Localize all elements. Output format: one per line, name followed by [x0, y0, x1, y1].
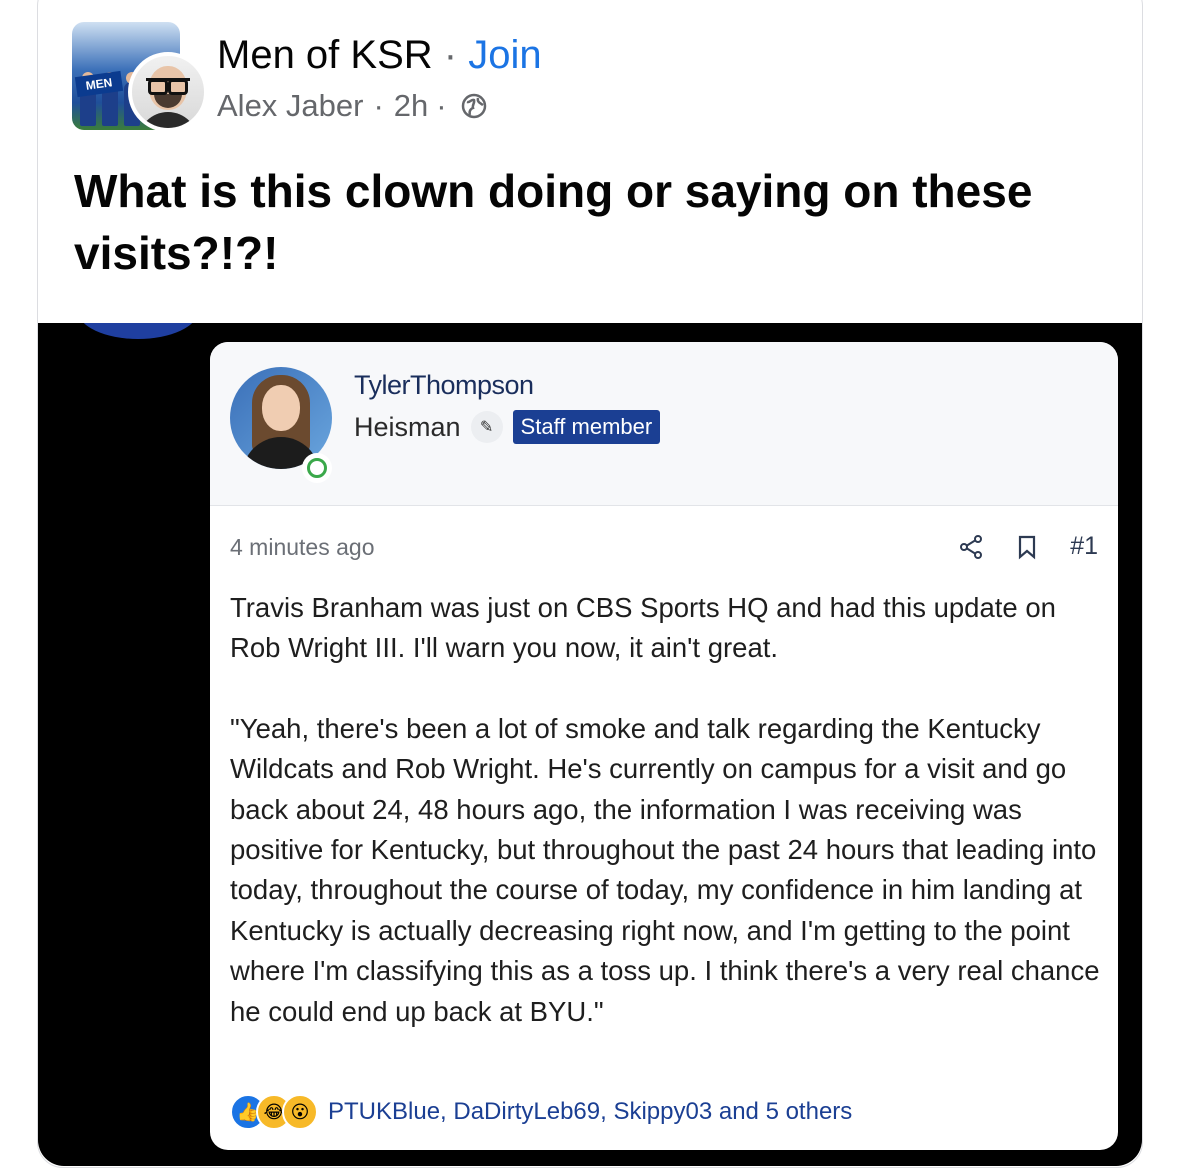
forum-post-header: TylerThompson Heisman ✎ Staff member [210, 342, 1118, 506]
bookmark-icon [1019, 535, 1036, 559]
meta-dot: · [373, 88, 384, 123]
forum-username: TylerThompson [354, 370, 534, 400]
reactions-list: PTUKBlue, DaDirtyLeb69, Skippy03 and 5 o… [328, 1098, 853, 1125]
forum-user-role: Heisman ✎ Staff member [354, 410, 661, 444]
author-name-link[interactable]: Alex Jaber [217, 88, 363, 124]
author-avatar[interactable] [128, 52, 208, 132]
forum-post-body: Travis Branham was just on CBS Sports HQ… [230, 588, 1100, 1072]
post-time[interactable]: 2h [394, 88, 428, 124]
forum-quote: "Yeah, there's been a lot of smoke and t… [230, 712, 1100, 1027]
post-text: What is this clown doing or saying on th… [74, 165, 1033, 279]
post-media[interactable]: TylerThompson Heisman ✎ Staff member 4 m… [38, 323, 1142, 1166]
forum-timestamp: 4 minutes ago [230, 534, 375, 560]
group-name-link[interactable]: Men of KSR [217, 33, 433, 77]
forum-reactions: 👍 😂 😮 PTUKBlue, DaDirtyLeb69, Skippy03 a… [230, 1094, 852, 1130]
share-icon [960, 534, 983, 559]
forum-paragraph: Travis Branham was just on CBS Sports HQ… [230, 592, 1056, 664]
join-button[interactable]: Join [468, 33, 541, 77]
forum-screenshot: TylerThompson Heisman ✎ Staff member 4 m… [210, 342, 1118, 1150]
background-blob [78, 323, 198, 339]
avatar-face [262, 385, 300, 431]
person-pencil-icon: ✎ [470, 411, 503, 443]
staff-badge: Staff member [512, 410, 661, 444]
title-separator: · [443, 33, 458, 77]
online-status-icon [302, 453, 332, 483]
forum-user-rank: Heisman [354, 411, 461, 442]
avatar-glasses [146, 78, 190, 95]
wow-icon: 😮 [282, 1094, 318, 1130]
post-number: #1 [1070, 532, 1098, 560]
post-meta: Alex Jaber · 2h · [217, 88, 487, 124]
forum-post-actions: #1 [958, 532, 1098, 561]
header-title: Men of KSR · Join [217, 33, 542, 78]
globe-icon [461, 93, 486, 119]
meta-dot: · [436, 88, 447, 123]
